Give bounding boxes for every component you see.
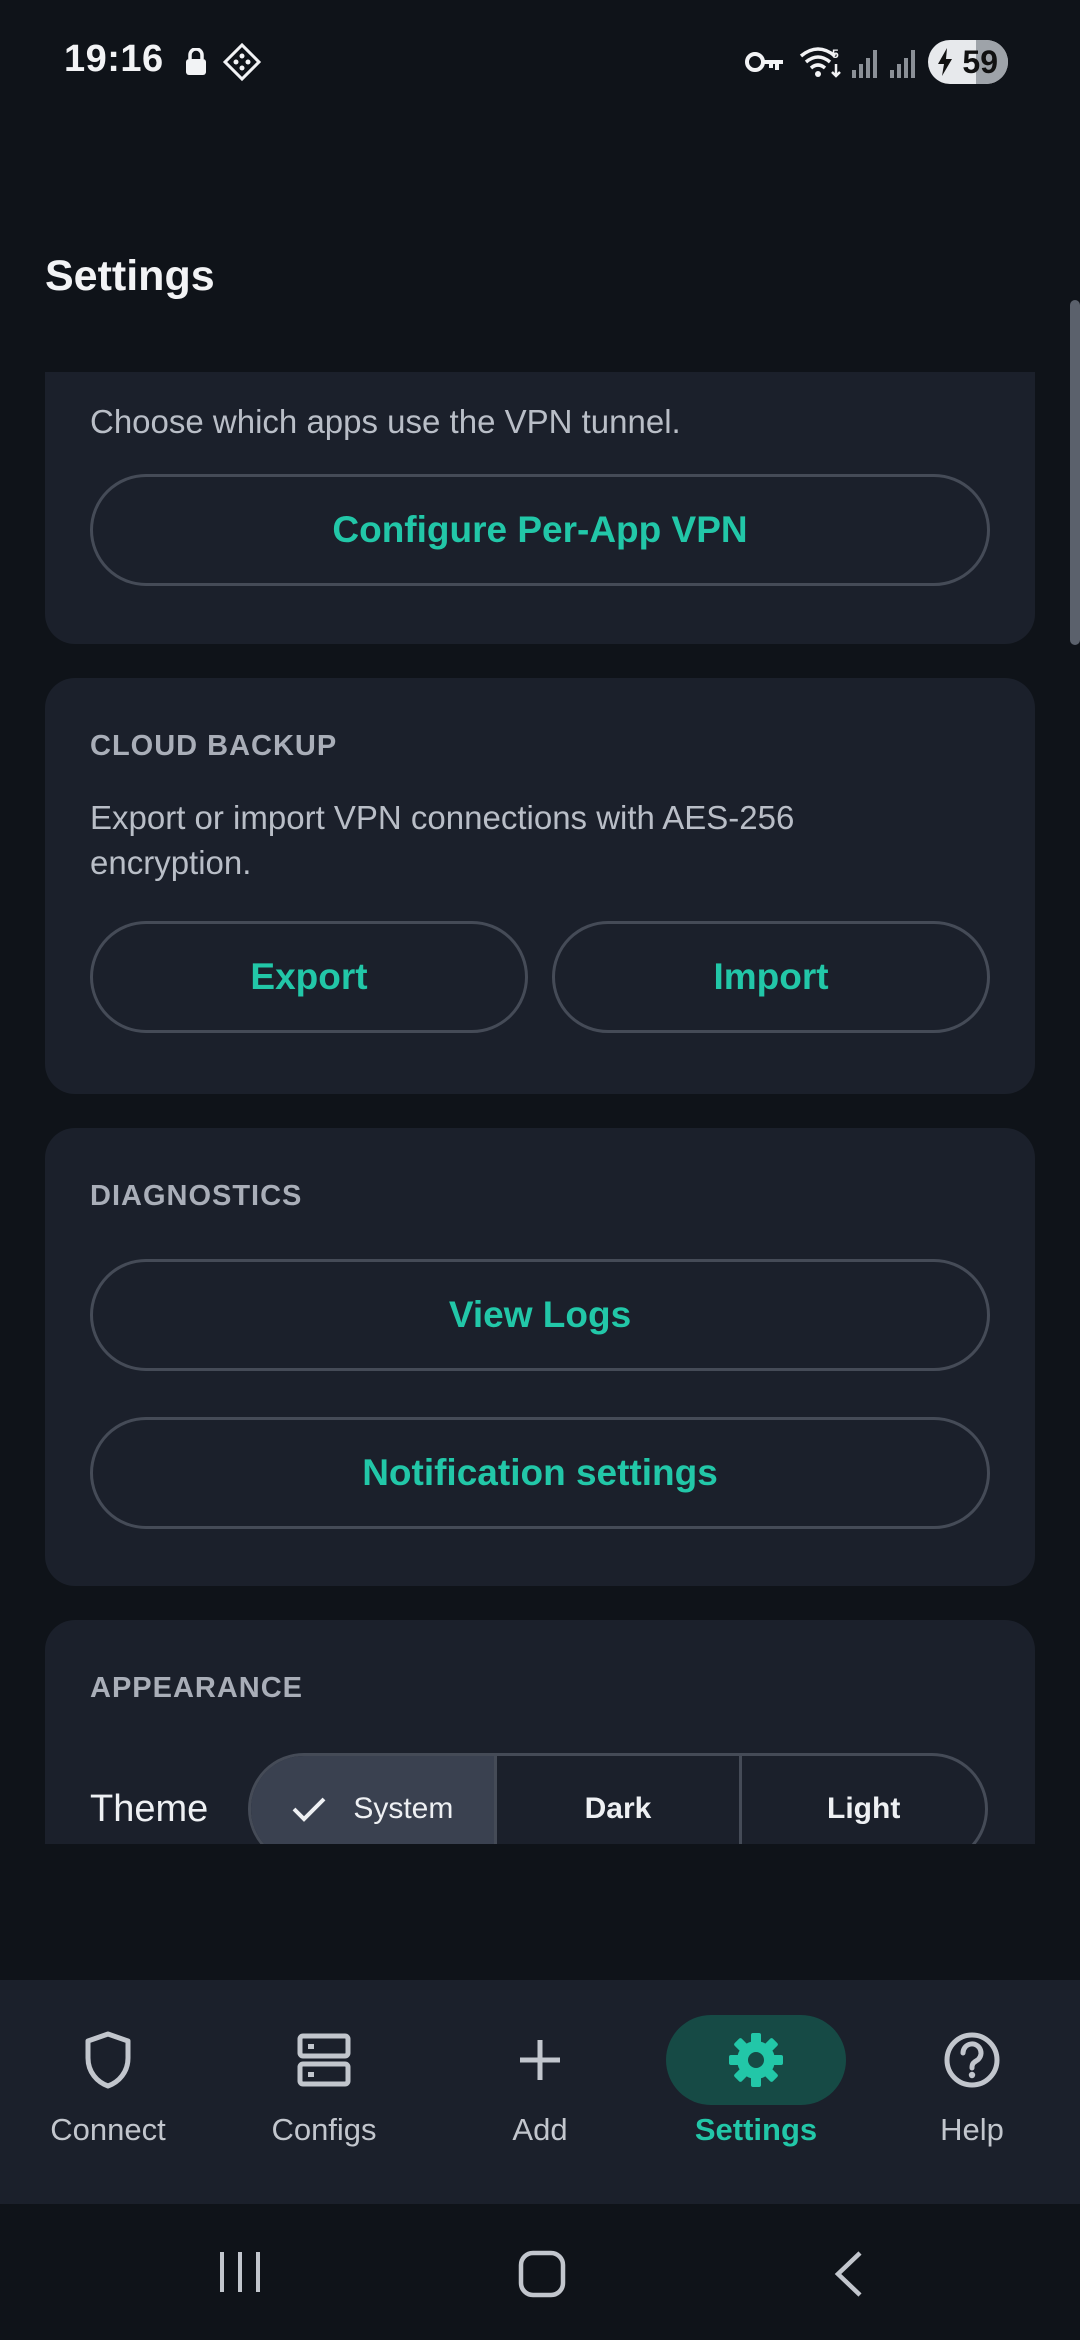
- battery-level: 59: [962, 43, 998, 80]
- diagnostics-label: DIAGNOSTICS: [90, 1180, 303, 1212]
- theme-option-label: Light: [827, 1792, 901, 1825]
- bottom-navigation: Connect Configs Add Settings Help: [0, 1980, 1080, 2204]
- diagnostics-card: DIAGNOSTICS View Logs Notification setti…: [45, 1128, 1035, 1586]
- import-button[interactable]: Import: [552, 921, 990, 1033]
- battery-charging-icon: [938, 48, 952, 76]
- scrollbar-thumb[interactable]: [1070, 300, 1080, 645]
- signal-icon: [852, 50, 877, 78]
- nav-label: Settings: [694, 2112, 818, 2147]
- settings-screen: 19:16 5 59 Settings Choose which apps us…: [0, 0, 1080, 2340]
- page-title: Settings: [45, 252, 215, 300]
- plus-icon: [520, 2040, 560, 2080]
- cloud-backup-card: CLOUD BACKUP Export or import VPN connec…: [45, 678, 1035, 1094]
- nav-item-configs[interactable]: Configs: [216, 1980, 432, 2204]
- lock-icon: [186, 48, 206, 75]
- theme-row: Theme System Dark Light: [90, 1753, 990, 1844]
- status-time: 19:16: [64, 38, 164, 80]
- cloud-backup-description: Export or import VPN connections with AE…: [90, 799, 795, 881]
- settings-scroll-area[interactable]: Choose which apps use the VPN tunnel. Co…: [0, 372, 1080, 1844]
- nav-item-settings[interactable]: Settings: [648, 1980, 864, 2204]
- shield-icon: [85, 2031, 131, 2089]
- app-badge-icon: [222, 42, 262, 82]
- back-icon[interactable]: [830, 2250, 866, 2298]
- configure-per-app-vpn-button[interactable]: Configure Per-App VPN: [90, 474, 990, 586]
- battery-indicator: 59: [928, 40, 1008, 84]
- theme-option-light[interactable]: Light: [742, 1756, 985, 1844]
- per-app-vpn-card: Choose which apps use the VPN tunnel. Co…: [45, 372, 1035, 644]
- nav-item-help[interactable]: Help: [864, 1980, 1080, 2204]
- view-logs-button[interactable]: View Logs: [90, 1259, 990, 1371]
- notification-settings-button[interactable]: Notification settings: [90, 1417, 990, 1529]
- nav-item-connect[interactable]: Connect: [0, 1980, 216, 2204]
- recent-apps-icon[interactable]: [216, 2250, 264, 2294]
- wifi-icon: 5: [799, 47, 841, 78]
- system-navigation-bar: [0, 2204, 1080, 2340]
- vpn-key-icon: [745, 52, 783, 72]
- nav-label: Help: [940, 2112, 1004, 2147]
- gear-icon: [729, 2033, 783, 2087]
- cloud-backup-buttons: Export Import: [90, 921, 990, 1033]
- theme-option-dark[interactable]: Dark: [497, 1756, 743, 1844]
- nav-label: Connect: [50, 2112, 166, 2147]
- cloud-backup-label: CLOUD BACKUP: [90, 730, 338, 762]
- theme-segmented-control: System Dark Light: [248, 1753, 988, 1844]
- export-button[interactable]: Export: [90, 921, 528, 1033]
- theme-option-label: Dark: [584, 1792, 652, 1825]
- svg-text:5: 5: [832, 47, 839, 61]
- status-bar: 19:16 5 59: [0, 0, 1080, 125]
- theme-option-system[interactable]: System: [251, 1756, 497, 1844]
- help-icon: [944, 2032, 1000, 2088]
- appearance-label: APPEARANCE: [90, 1672, 304, 1704]
- nav-label: Configs: [271, 2112, 377, 2147]
- server-icon: [297, 2033, 351, 2087]
- signal-icon: [890, 50, 915, 78]
- per-app-description: Choose which apps use the VPN tunnel.: [90, 403, 681, 440]
- nav-label: Add: [512, 2112, 568, 2147]
- home-icon[interactable]: [518, 2250, 566, 2298]
- nav-item-add[interactable]: Add: [432, 1980, 648, 2204]
- theme-option-label: System: [353, 1792, 454, 1825]
- check-icon: [292, 1797, 326, 1822]
- theme-label: Theme: [90, 1787, 209, 1830]
- appearance-card: APPEARANCE Theme System Dark Light: [45, 1620, 1035, 1844]
